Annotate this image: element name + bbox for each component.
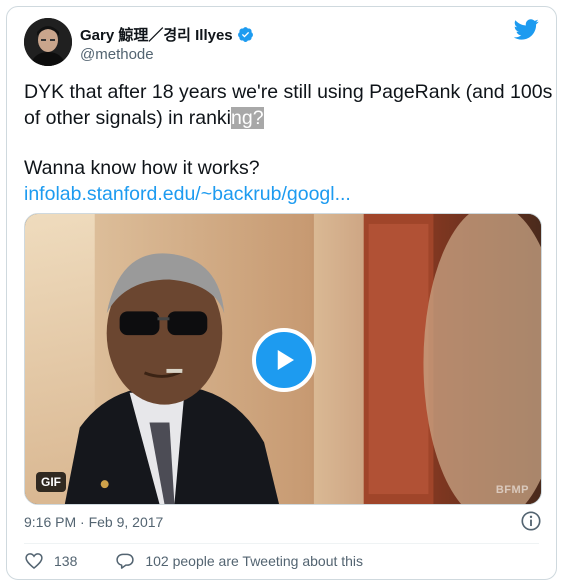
tweet-link[interactable]: infolab.stanford.edu/~backrub/googl...	[24, 181, 544, 207]
tweet-card: Gary 鯨理／경리 Illyes @methode DYK that afte…	[6, 6, 557, 580]
tweet-timestamp[interactable]: 9:16 PM · Feb 9, 2017	[24, 514, 163, 530]
conversation-link[interactable]: 102 people are Tweeting about this	[115, 551, 363, 571]
tweet-actions: 138 102 people are Tweeting about this	[24, 551, 363, 571]
verified-badge-icon	[237, 27, 253, 42]
gif-media[interactable]: GIF BFMP	[24, 213, 542, 505]
tweet-text-line-2-plain: of other signals) in ranki	[24, 107, 232, 129]
gif-badge: GIF	[36, 472, 66, 492]
display-name[interactable]: Gary 鯨理／경리 Illyes	[80, 24, 233, 45]
tweet-text-line-3: Wanna know how it works?	[24, 157, 260, 179]
info-icon[interactable]	[520, 510, 542, 532]
avatar[interactable]	[24, 18, 72, 66]
reply-icon	[116, 553, 135, 569]
display-name-row[interactable]: Gary 鯨理／경리 Illyes	[80, 24, 254, 45]
tweet-text-line-1: DYK that after 18 years we're still usin…	[24, 81, 553, 103]
tweet-text: DYK that after 18 years we're still usin…	[24, 79, 553, 207]
conversation-text: 102 people are Tweeting about this	[145, 553, 364, 569]
selected-text: ng?	[231, 107, 264, 129]
gif-watermark: BFMP	[495, 484, 529, 496]
like-count: 138	[54, 553, 78, 569]
user-handle[interactable]: @methode	[80, 46, 154, 63]
twitter-bird-icon[interactable]	[514, 19, 539, 40]
play-button[interactable]	[252, 328, 316, 392]
divider	[24, 543, 539, 544]
play-icon	[277, 350, 294, 370]
tweet-text-line-2: of other signals) in ranking?	[24, 105, 544, 131]
heart-icon	[25, 553, 43, 570]
like-button[interactable]: 138	[24, 551, 77, 571]
